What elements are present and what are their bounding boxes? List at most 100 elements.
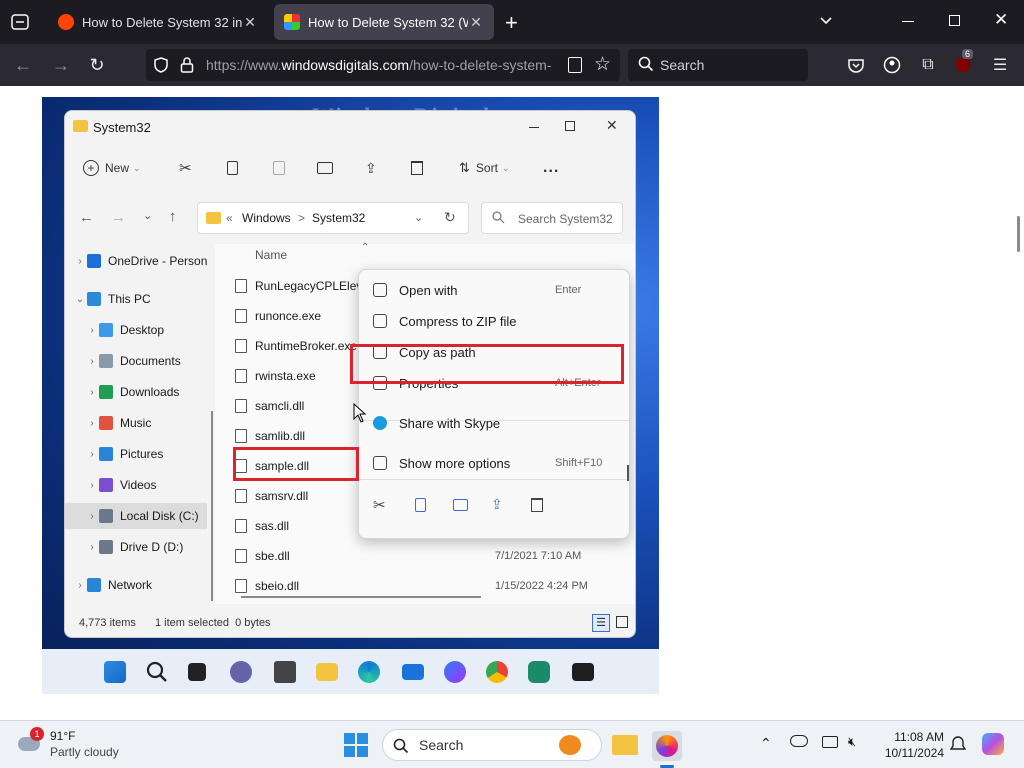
up-arrow-icon[interactable]: ↑ — [169, 208, 177, 225]
ctx-cut-icon[interactable]: ✂ — [373, 496, 386, 514]
search-bar[interactable]: Search — [628, 49, 808, 81]
explorer-minimize-icon[interactable] — [529, 127, 539, 128]
sidebar-item[interactable]: › Desktop — [65, 317, 207, 343]
taskbar-file-explorer-icon[interactable] — [612, 735, 638, 755]
taskbar-firefox-icon[interactable] — [652, 731, 682, 761]
pocket-icon[interactable] — [843, 52, 869, 78]
notifications-bell-icon[interactable] — [949, 735, 967, 758]
address-dropdown-icon[interactable]: ⌄ — [414, 211, 423, 224]
column-header-name[interactable]: Name — [255, 248, 287, 262]
paste-icon[interactable] — [273, 157, 285, 179]
expand-chevron-icon[interactable]: › — [85, 387, 99, 398]
forward-arrow-icon[interactable]: → — [111, 209, 126, 226]
cloud-sync-icon[interactable] — [790, 735, 808, 747]
shield-icon[interactable] — [152, 56, 170, 77]
sidebar-item-label: Downloads — [120, 385, 180, 399]
expand-chevron-icon[interactable]: › — [85, 356, 99, 367]
drive-icon — [99, 540, 113, 554]
expand-chevron-icon[interactable]: › — [85, 511, 99, 522]
ctx-copy-icon[interactable] — [415, 498, 426, 512]
reader-view-icon[interactable] — [568, 57, 582, 73]
back-icon[interactable]: ← — [10, 52, 36, 78]
ctx-share-icon[interactable]: ⇪ — [491, 496, 503, 513]
new-button[interactable]: + New ⌄ — [83, 157, 141, 179]
account-icon[interactable] — [879, 52, 905, 78]
back-arrow-icon[interactable]: ← — [79, 209, 94, 226]
recent-chevron-icon[interactable]: ⌄ — [143, 209, 152, 222]
expand-chevron-icon[interactable]: › — [85, 418, 99, 429]
bookmark-star-icon[interactable]: ☆ — [594, 53, 611, 76]
sidebar-item-label: OneDrive - Person — [108, 254, 207, 268]
expand-chevron-icon[interactable]: › — [73, 256, 87, 267]
expand-chevron-icon[interactable]: › — [73, 580, 87, 591]
close-tab-icon[interactable]: ✕ — [468, 14, 484, 31]
new-tab-icon[interactable]: + — [505, 10, 518, 36]
reload-icon[interactable]: ↻ — [84, 52, 110, 78]
close-window-icon[interactable]: ✕ — [994, 10, 1008, 30]
more-options-button[interactable]: ... — [543, 157, 559, 179]
explorer-maximize-icon[interactable] — [565, 121, 575, 131]
tab-active[interactable]: How to Delete System 32 (Wind ✕ — [274, 4, 494, 40]
explorer-close-icon[interactable]: ✕ — [606, 117, 618, 134]
page-scrollbar[interactable] — [1017, 216, 1020, 252]
sidebar-item[interactable]: › Local Disk (C:) — [65, 503, 207, 529]
context-menu-item[interactable]: Open with Enter — [359, 276, 629, 304]
address-bar[interactable]: « Windows > System32 ⌄ ↻ — [197, 202, 469, 234]
rename-icon[interactable] — [317, 157, 333, 179]
sidebar-item[interactable]: › Downloads — [65, 379, 207, 405]
forward-icon[interactable]: → — [48, 52, 74, 78]
tray-chevron-icon[interactable]: ⌃ — [760, 735, 772, 752]
extensions-icon[interactable]: ⧉ — [915, 52, 941, 78]
sidebar-item[interactable]: › Pictures — [65, 441, 207, 467]
start-button[interactable] — [344, 733, 368, 757]
lock-icon[interactable] — [180, 56, 194, 77]
explorer-search-input[interactable]: Search System32 — [481, 202, 623, 234]
copilot-icon[interactable] — [982, 733, 1004, 755]
tab-list-icon[interactable] — [10, 12, 30, 32]
taskbar-search[interactable]: Search — [382, 729, 602, 761]
refresh-icon[interactable]: ↻ — [444, 209, 456, 226]
copy-icon[interactable] — [227, 157, 238, 179]
file-row[interactable]: sbeio.dll 1/15/2022 4:24 PM — [235, 574, 615, 598]
expand-chevron-icon[interactable]: ⌄ — [73, 294, 87, 305]
breadcrumb-system32[interactable]: System32 — [312, 211, 365, 225]
sidebar-item[interactable]: › Documents — [65, 348, 207, 374]
clock[interactable]: 11:08 AM 10/11/2024 — [866, 729, 944, 761]
url-text[interactable]: https://www.windowsdigitals.com/how-to-d… — [206, 57, 556, 73]
sort-button[interactable]: ⇅ Sort ⌄ — [459, 157, 509, 179]
volume-muted-icon[interactable]: 🔇︎ — [848, 734, 856, 750]
sidebar-item[interactable]: › Videos — [65, 472, 207, 498]
tab-inactive[interactable]: How to Delete System 32 in Win ✕ — [48, 4, 268, 40]
ctx-delete-icon[interactable] — [531, 498, 543, 512]
minimize-icon[interactable] — [902, 21, 914, 22]
cut-icon[interactable]: ✂ — [179, 157, 192, 179]
weather-widget[interactable]: 1 91°F Partly cloudy — [16, 727, 136, 763]
ctx-rename-icon[interactable] — [453, 499, 468, 511]
close-tab-icon[interactable]: ✕ — [242, 14, 258, 31]
sidebar-item[interactable]: › Network — [65, 572, 207, 598]
expand-chevron-icon[interactable]: › — [85, 449, 99, 460]
restore-icon[interactable] — [949, 15, 960, 26]
url-bar[interactable]: https://www.windowsdigitals.com/how-to-d… — [146, 49, 620, 81]
sidebar-scrollbar[interactable] — [211, 411, 213, 601]
sidebar-item[interactable]: › OneDrive - Person — [65, 248, 207, 274]
details-view-icon[interactable]: ☰ — [592, 614, 610, 632]
display-icon[interactable] — [822, 736, 838, 748]
menu-icon[interactable]: ☰ — [987, 52, 1013, 78]
sidebar-item[interactable]: › Drive D (D:) — [65, 534, 207, 560]
breadcrumb-overflow[interactable]: « — [226, 211, 233, 225]
share-icon[interactable]: ⇪ — [365, 157, 377, 179]
context-menu-item[interactable]: Show more options Shift+F10 — [359, 449, 629, 477]
list-all-tabs-chevron-icon[interactable] — [818, 12, 834, 33]
file-row[interactable]: sbe.dll 7/1/2021 7:10 AM — [235, 544, 615, 568]
context-menu-item[interactable]: Compress to ZIP file — [359, 307, 629, 335]
context-menu-item[interactable]: Share with Skype — [359, 409, 629, 437]
breadcrumb-windows[interactable]: Windows — [242, 211, 291, 225]
expand-chevron-icon[interactable]: › — [85, 542, 99, 553]
expand-chevron-icon[interactable]: › — [85, 480, 99, 491]
expand-chevron-icon[interactable]: › — [85, 325, 99, 336]
sidebar-item[interactable]: › Music — [65, 410, 207, 436]
tiles-view-icon[interactable] — [616, 616, 628, 628]
delete-icon[interactable] — [411, 157, 423, 179]
sidebar-item[interactable]: ⌄ This PC — [65, 286, 207, 312]
